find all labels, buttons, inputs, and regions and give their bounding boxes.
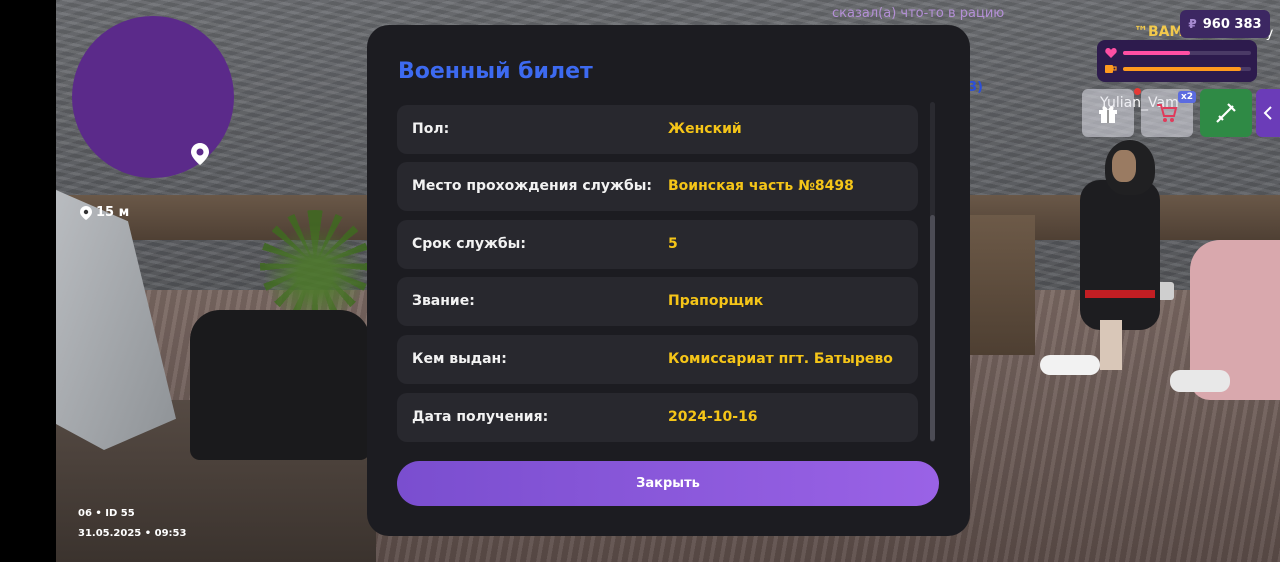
info-value: Комиссариат пгт. Батырево bbox=[668, 351, 893, 367]
info-key: Пол: bbox=[412, 121, 450, 137]
military-id-dialog: Военный билет Пол: Женский Место прохожд… bbox=[367, 25, 970, 536]
money-display: ₽ 960 383 bbox=[1180, 10, 1270, 38]
hunger-bar bbox=[1123, 67, 1251, 71]
money-amount: 960 383 bbox=[1202, 16, 1262, 32]
info-row-issued-by: Кем выдан: Комиссариат пгт. Батырево bbox=[397, 335, 918, 384]
close-button[interactable]: Закрыть bbox=[397, 461, 939, 506]
server-id-text: 06 • ID 55 bbox=[78, 508, 135, 519]
distance-indicator: 15 м bbox=[80, 205, 129, 220]
chevron-left-icon bbox=[1263, 106, 1272, 120]
nickname-label: ™BAM bbox=[1134, 24, 1184, 40]
info-key: Дата получения: bbox=[412, 409, 549, 425]
desk-right bbox=[965, 215, 1035, 355]
location-icon bbox=[80, 205, 92, 220]
info-key: Срок службы: bbox=[412, 236, 526, 252]
notification-dot bbox=[1134, 88, 1141, 95]
info-key: Звание: bbox=[412, 293, 475, 309]
number-tag: 3) bbox=[968, 80, 983, 95]
chat-message: сказал(а) что-то в рацию bbox=[832, 6, 1005, 21]
minimap[interactable] bbox=[72, 16, 234, 178]
info-value: Прапорщик bbox=[668, 293, 764, 309]
info-key: Кем выдан: bbox=[412, 351, 507, 367]
info-value: Женский bbox=[668, 121, 742, 137]
expand-menu-button[interactable] bbox=[1256, 89, 1280, 137]
cup-icon bbox=[1105, 65, 1117, 73]
info-row-issue-date: Дата получения: 2024-10-16 bbox=[397, 393, 918, 442]
info-row-service-term: Срок службы: 5 bbox=[397, 220, 918, 269]
map-pin-icon bbox=[191, 143, 209, 165]
character-pink bbox=[1170, 200, 1280, 400]
info-value: 5 bbox=[668, 236, 678, 252]
gift-icon bbox=[1099, 106, 1117, 123]
office-chair bbox=[190, 310, 370, 460]
datetime-text: 31.05.2025 • 09:53 bbox=[78, 528, 187, 539]
player-stats-panel bbox=[1097, 40, 1257, 82]
potted-plant bbox=[260, 210, 370, 320]
info-row-service-place: Место прохождения службы: Воинская часть… bbox=[397, 162, 918, 211]
info-row-rank: Звание: Прапорщик bbox=[397, 277, 918, 326]
weapon-button[interactable] bbox=[1200, 89, 1252, 137]
info-value: 2024-10-16 bbox=[668, 409, 758, 425]
x2-badge: x2 bbox=[1178, 91, 1197, 103]
character-hooded bbox=[1040, 140, 1180, 390]
scrollbar-thumb[interactable] bbox=[930, 215, 935, 441]
gift-button[interactable] bbox=[1082, 89, 1134, 137]
dialog-title: Военный билет bbox=[398, 59, 593, 84]
screen-edge bbox=[0, 0, 56, 562]
cart-icon bbox=[1157, 104, 1178, 122]
info-value: Воинская часть №8498 bbox=[668, 178, 854, 194]
info-row-gender: Пол: Женский bbox=[397, 105, 918, 154]
health-bar bbox=[1123, 51, 1251, 55]
heart-icon bbox=[1105, 48, 1117, 58]
sword-icon bbox=[1216, 103, 1236, 123]
distance-text: 15 м bbox=[96, 205, 130, 220]
info-key: Место прохождения службы: bbox=[412, 178, 653, 194]
currency-icon: ₽ bbox=[1188, 17, 1197, 31]
